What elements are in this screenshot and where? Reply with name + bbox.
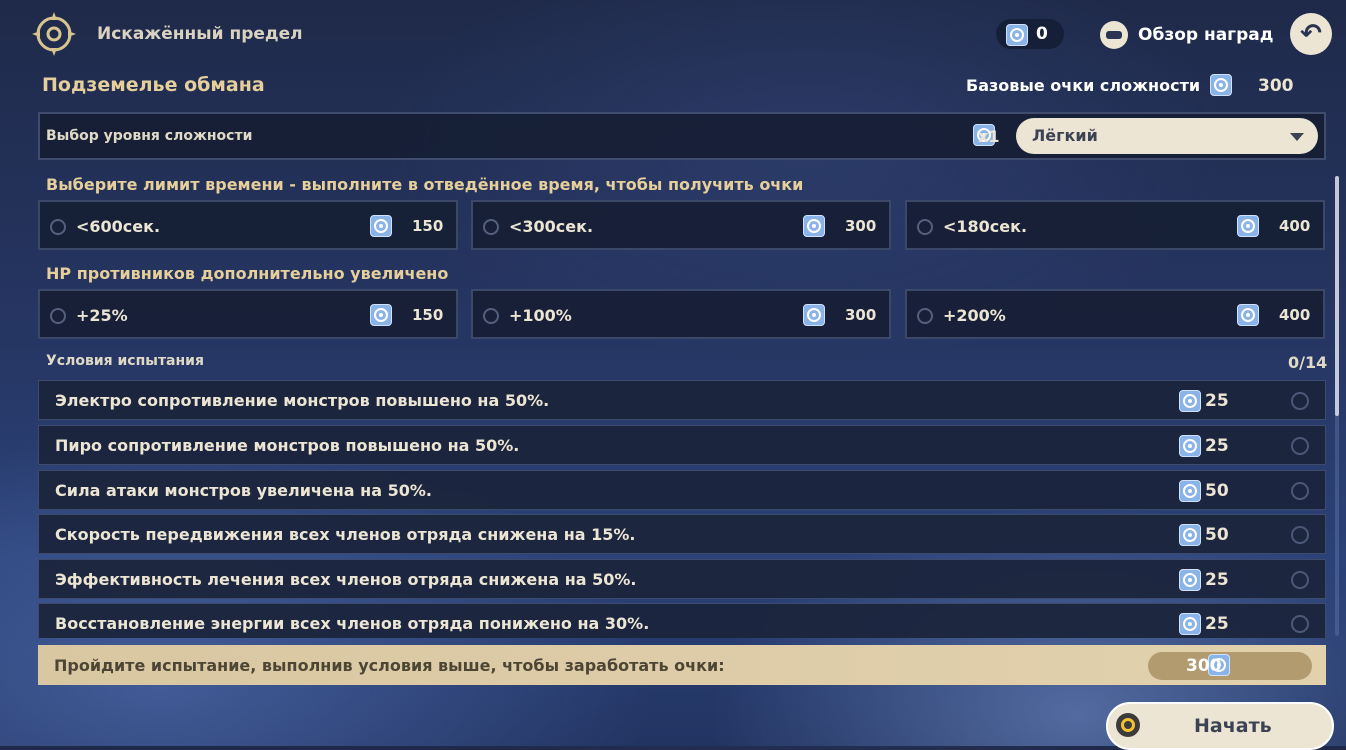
- dungeon-title: Подземелье обмана: [42, 74, 265, 96]
- option-points: 300: [845, 217, 877, 235]
- radio-icon: [1291, 392, 1309, 410]
- difficulty-label: Выбор уровня сложности: [46, 128, 253, 144]
- hp-option-200[interactable]: +200% 400: [905, 289, 1325, 339]
- time-limit-title: Выберите лимит времени - выполните в отв…: [46, 175, 804, 194]
- condition-points: 50: [1205, 525, 1229, 545]
- list-item[interactable]: Сила атаки монстров увеличена на 50%. 50: [38, 470, 1326, 510]
- list-item[interactable]: Эффективность лечения всех членов отряда…: [38, 559, 1326, 599]
- option-points: 400: [1279, 306, 1311, 324]
- radio-icon: [917, 308, 933, 324]
- option-label: <600сек.: [76, 217, 161, 236]
- point-icon: [1179, 569, 1201, 591]
- list-item[interactable]: Пиро сопротивление монстров повышено на …: [38, 425, 1326, 465]
- condition-points: 25: [1205, 570, 1229, 590]
- reward-overview-button[interactable]: Обзор наград: [1100, 18, 1273, 52]
- radio-icon: [483, 219, 499, 235]
- scrollbar-thumb[interactable]: [1335, 176, 1339, 416]
- time-option-180[interactable]: <180сек. 400: [905, 200, 1325, 250]
- point-icon: [370, 304, 392, 326]
- radio-icon: [50, 308, 66, 324]
- point-icon: [1179, 390, 1201, 412]
- condition-label: Скорость передвижения всех членов отряда…: [55, 525, 636, 544]
- total-points-label: Пройдите испытание, выполнив условия выш…: [54, 656, 725, 675]
- option-points: 150: [412, 306, 444, 324]
- start-button-label: Начать: [1194, 715, 1272, 737]
- condition-points: 25: [1205, 391, 1229, 411]
- total-points-value: 300: [1186, 656, 1222, 676]
- list-item[interactable]: Восстановление энергии всех членов отряд…: [38, 603, 1326, 638]
- radio-icon: [1291, 482, 1309, 500]
- radio-icon: [1291, 571, 1309, 589]
- chevron-down-icon: [1290, 133, 1304, 141]
- radio-icon: [50, 219, 66, 235]
- conditions-count: 0/14: [1288, 353, 1328, 372]
- domain-logo-icon: [32, 12, 76, 56]
- condition-label: Электро сопротивление монстров повышено …: [55, 391, 550, 410]
- point-icon: [370, 215, 392, 237]
- back-arrow-icon: ↶: [1300, 19, 1322, 49]
- option-label: +100%: [509, 306, 572, 325]
- option-label: <300сек.: [509, 217, 594, 236]
- difficulty-selected-value: Лёгкий: [1032, 126, 1098, 145]
- hp-option-25[interactable]: +25% 150: [38, 289, 458, 339]
- point-icon: [1237, 215, 1259, 237]
- reward-chest-icon: [1100, 21, 1128, 49]
- condition-points: 25: [1205, 614, 1229, 634]
- option-points: 150: [412, 217, 444, 235]
- option-points: 400: [1279, 217, 1311, 235]
- points-counter-value: 0: [1036, 24, 1048, 44]
- difficulty-dropdown[interactable]: Лёгкий: [1016, 118, 1318, 154]
- base-points-label: Базовые очки сложности: [966, 76, 1201, 95]
- point-icon: [1006, 24, 1028, 46]
- option-label: +200%: [943, 306, 1006, 325]
- confirm-circle-icon: [1116, 713, 1140, 737]
- radio-icon: [1291, 526, 1309, 544]
- condition-points: 50: [1205, 481, 1229, 501]
- condition-label: Восстановление энергии всех членов отряд…: [55, 614, 650, 633]
- point-icon: [1237, 304, 1259, 326]
- point-icon: [1179, 435, 1201, 457]
- hp-option-100[interactable]: +100% 300: [471, 289, 891, 339]
- enemy-hp-title: HP противников дополнительно увеличено: [46, 264, 449, 283]
- condition-label: Сила атаки монстров увеличена на 50%.: [55, 481, 432, 500]
- points-counter: 0: [996, 19, 1064, 49]
- point-icon: [803, 304, 825, 326]
- point-icon: [1210, 74, 1232, 96]
- time-option-600[interactable]: <600сек. 150: [38, 200, 458, 250]
- difficulty-multiplier: x1: [978, 127, 1000, 146]
- radio-icon: [1291, 615, 1309, 633]
- option-points: 300: [845, 306, 877, 324]
- condition-label: Эффективность лечения всех членов отряда…: [55, 570, 637, 589]
- option-label: <180сек.: [943, 217, 1028, 236]
- list-item[interactable]: Электро сопротивление монстров повышено …: [38, 380, 1326, 420]
- point-icon: [803, 215, 825, 237]
- point-icon: [1179, 480, 1201, 502]
- back-button[interactable]: ↶: [1290, 13, 1332, 55]
- point-icon: [1179, 524, 1201, 546]
- list-item[interactable]: Скорость передвижения всех членов отряда…: [38, 514, 1326, 554]
- page-title: Искажённый предел: [97, 24, 303, 44]
- conditions-title: Условия испытания: [46, 353, 204, 369]
- option-label: +25%: [76, 306, 128, 325]
- point-icon: [1179, 613, 1201, 635]
- condition-points: 25: [1205, 436, 1229, 456]
- radio-icon: [1291, 437, 1309, 455]
- reward-overview-label: Обзор наград: [1138, 25, 1274, 45]
- conditions-list[interactable]: Электро сопротивление монстров повышено …: [38, 380, 1326, 638]
- radio-icon: [483, 308, 499, 324]
- time-option-300[interactable]: <300сек. 300: [471, 200, 891, 250]
- condition-label: Пиро сопротивление монстров повышено на …: [55, 436, 520, 455]
- radio-icon: [917, 219, 933, 235]
- base-points-value: 300: [1258, 76, 1294, 96]
